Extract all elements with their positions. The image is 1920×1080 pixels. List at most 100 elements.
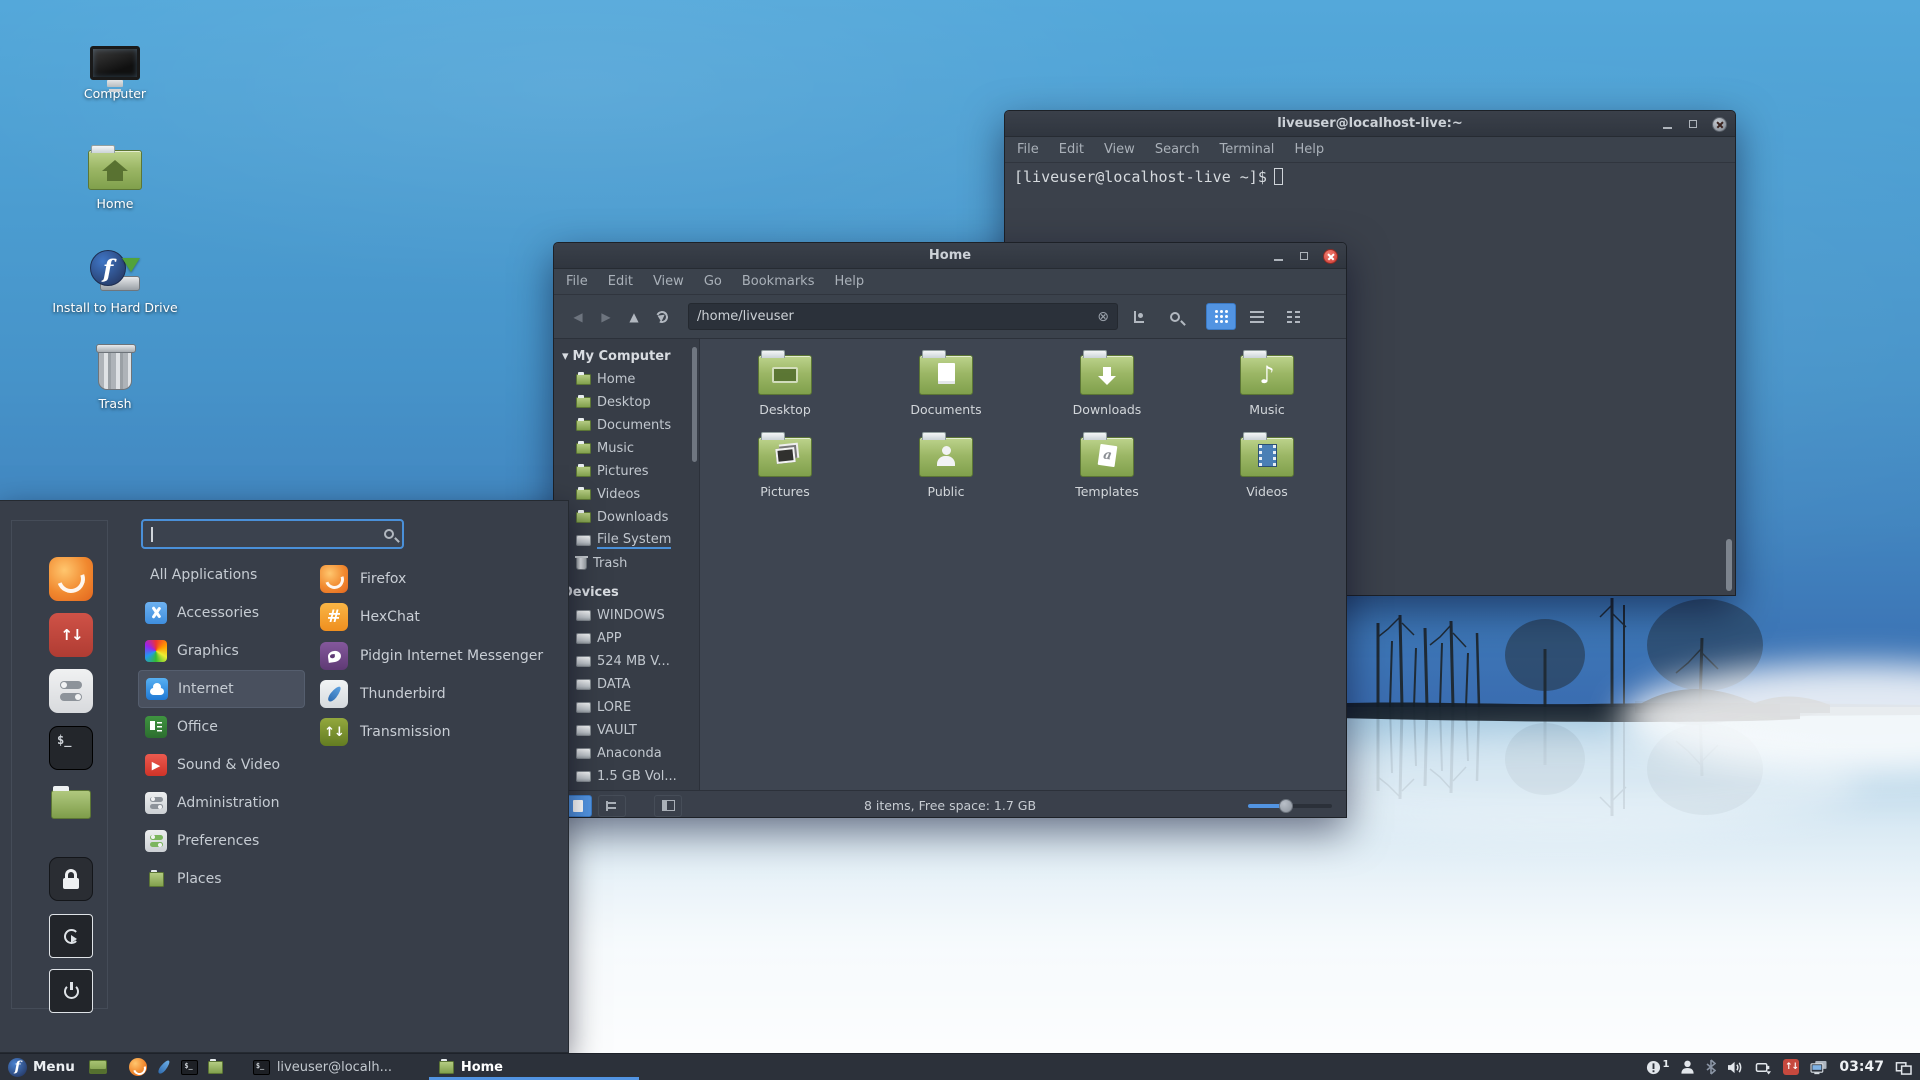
- sidebar-item-windows[interactable]: WINDOWS: [554, 604, 699, 627]
- menu-file[interactable]: File: [566, 274, 588, 289]
- menu-edit[interactable]: Edit: [1059, 142, 1084, 157]
- search-input[interactable]: [141, 519, 404, 549]
- menu-button[interactable]: f Menu: [0, 1054, 85, 1080]
- app-item-firefox[interactable]: Firefox: [320, 560, 406, 598]
- folder-item-public[interactable]: Public: [881, 432, 1011, 499]
- sidebar-item-downloads[interactable]: Downloads: [554, 506, 699, 529]
- maximize-button[interactable]: [1686, 117, 1700, 131]
- menu-help[interactable]: Help: [1294, 142, 1324, 157]
- app-item-transmission[interactable]: ↑↓ Transmission: [320, 713, 450, 751]
- terminal-titlebar[interactable]: liveuser@localhost-live:~: [1005, 111, 1735, 137]
- file-list-area[interactable]: Desktop Documents Downloads ♪ Music Pict…: [700, 339, 1346, 790]
- notifications-applet[interactable]: 1: [1646, 1059, 1669, 1075]
- zoom-slider[interactable]: [1248, 799, 1332, 813]
- clock[interactable]: 03:47: [1839, 1059, 1884, 1075]
- files-launcher[interactable]: [203, 1054, 229, 1080]
- menu-bookmarks[interactable]: Bookmarks: [742, 274, 815, 289]
- category-accessories[interactable]: Accessories: [138, 594, 305, 632]
- network-icon[interactable]: [1810, 1060, 1828, 1075]
- maximize-button[interactable]: [1297, 249, 1311, 263]
- compact-view-button[interactable]: [1278, 303, 1308, 330]
- sidebar-item-trash[interactable]: Trash: [554, 552, 699, 575]
- menu-help[interactable]: Help: [834, 274, 864, 289]
- menu-terminal[interactable]: Terminal: [1219, 142, 1274, 157]
- user-applet-icon[interactable]: [1680, 1059, 1695, 1075]
- sidebar-item-anaconda[interactable]: Anaconda: [554, 742, 699, 765]
- taskbar-window-terminal[interactable]: $_ liveuser@localh...: [243, 1054, 415, 1080]
- sidebar-section-my-computer[interactable]: ▾ My Computer: [554, 345, 699, 368]
- back-icon[interactable]: ◀: [564, 303, 592, 331]
- category-preferences[interactable]: Preferences: [138, 822, 305, 860]
- thunderbird-launcher[interactable]: [151, 1054, 177, 1080]
- sidebar-item-documents[interactable]: Documents: [554, 414, 699, 437]
- menu-search[interactable]: Search: [1155, 142, 1200, 157]
- power-off-icon[interactable]: [49, 969, 93, 1013]
- battery-icon[interactable]: [1755, 1060, 1772, 1075]
- desktop-icon-home[interactable]: Home: [50, 145, 180, 211]
- collapse-arrow-icon[interactable]: ▾: [562, 349, 569, 364]
- desktop-icon-computer[interactable]: Computer: [50, 46, 180, 101]
- folder-item-templates[interactable]: a Templates: [1042, 432, 1172, 499]
- firefox-icon[interactable]: [49, 557, 93, 601]
- taskbar-window-home[interactable]: Home: [428, 1054, 639, 1080]
- folder-item-documents[interactable]: Documents: [881, 350, 1011, 417]
- folder-item-music[interactable]: ♪ Music: [1202, 350, 1332, 417]
- terminal-icon[interactable]: $_: [49, 726, 93, 770]
- category-sound-video[interactable]: ▶ Sound & Video: [138, 746, 305, 784]
- clear-location-icon[interactable]: ⊗: [1097, 309, 1109, 325]
- menu-view[interactable]: View: [1104, 142, 1135, 157]
- firefox-launcher[interactable]: [125, 1054, 151, 1080]
- window-list-icon[interactable]: [1895, 1060, 1912, 1075]
- minimize-button[interactable]: [1660, 117, 1674, 131]
- app-item-hexchat[interactable]: # HexChat: [320, 598, 420, 636]
- log-out-icon[interactable]: [49, 914, 93, 958]
- sidebar-item-vault[interactable]: VAULT: [554, 719, 699, 742]
- terminal-scrollbar[interactable]: [1726, 539, 1732, 591]
- menu-edit[interactable]: Edit: [608, 274, 633, 289]
- sidebar-item-lore[interactable]: LORE: [554, 696, 699, 719]
- search-icon[interactable]: [1160, 303, 1190, 330]
- bluetooth-icon[interactable]: [1706, 1059, 1717, 1075]
- volume-icon[interactable]: [1727, 1060, 1744, 1075]
- folder-item-desktop[interactable]: Desktop: [720, 350, 850, 417]
- show-desktop-button[interactable]: [85, 1054, 111, 1080]
- zoom-slider-handle[interactable]: [1278, 799, 1293, 813]
- category-places[interactable]: Places: [138, 860, 305, 898]
- app-item-thunderbird[interactable]: Thunderbird: [320, 675, 446, 713]
- category-graphics[interactable]: Graphics: [138, 632, 305, 670]
- folder-item-pictures[interactable]: Pictures: [720, 432, 850, 499]
- refresh-icon[interactable]: [648, 303, 676, 331]
- file-manager-icon[interactable]: [49, 782, 93, 826]
- sidebar-item-524mb-volume[interactable]: 524 MB V...: [554, 650, 699, 673]
- category-internet[interactable]: Internet: [138, 670, 305, 708]
- close-button[interactable]: [1712, 116, 1727, 132]
- icon-view-button[interactable]: [1206, 303, 1236, 330]
- minimize-button[interactable]: [1271, 249, 1285, 263]
- software-update-tray-icon[interactable]: ↑↓: [1783, 1059, 1800, 1075]
- desktop-icon-trash[interactable]: Trash: [50, 344, 180, 411]
- desktop-icon-install[interactable]: f Install to Hard Drive: [50, 250, 180, 315]
- list-view-button[interactable]: [1242, 303, 1272, 330]
- folder-item-videos[interactable]: Videos: [1202, 432, 1332, 499]
- up-icon[interactable]: ▲: [620, 303, 648, 331]
- folder-item-downloads[interactable]: Downloads: [1042, 350, 1172, 417]
- toggle-location-entry-icon[interactable]: [1124, 303, 1154, 330]
- menu-file[interactable]: File: [1017, 142, 1039, 157]
- file-manager-titlebar[interactable]: Home: [554, 243, 1346, 269]
- sidebar-item-file-system[interactable]: File System: [554, 529, 699, 552]
- sidebar-section-devices[interactable]: Devices: [554, 581, 699, 604]
- app-item-pidgin[interactable]: Pidgin Internet Messenger: [320, 637, 543, 675]
- close-button[interactable]: [1323, 248, 1338, 264]
- sidebar-item-home[interactable]: Home: [554, 368, 699, 391]
- sidebar-item-music[interactable]: Music: [554, 437, 699, 460]
- sidebar-item-videos[interactable]: Videos: [554, 483, 699, 506]
- category-administration[interactable]: Administration: [138, 784, 305, 822]
- sidebar-item-15gb-volume[interactable]: 1.5 GB Vol...: [554, 765, 699, 788]
- sidebar-item-pictures[interactable]: Pictures: [554, 460, 699, 483]
- forward-icon[interactable]: ▶: [592, 303, 620, 331]
- sidebar-scrollbar[interactable]: [692, 347, 697, 462]
- system-settings-icon[interactable]: [49, 669, 93, 713]
- menu-view[interactable]: View: [653, 274, 684, 289]
- sidebar-item-desktop[interactable]: Desktop: [554, 391, 699, 414]
- category-all-applications[interactable]: All Applications: [138, 556, 305, 594]
